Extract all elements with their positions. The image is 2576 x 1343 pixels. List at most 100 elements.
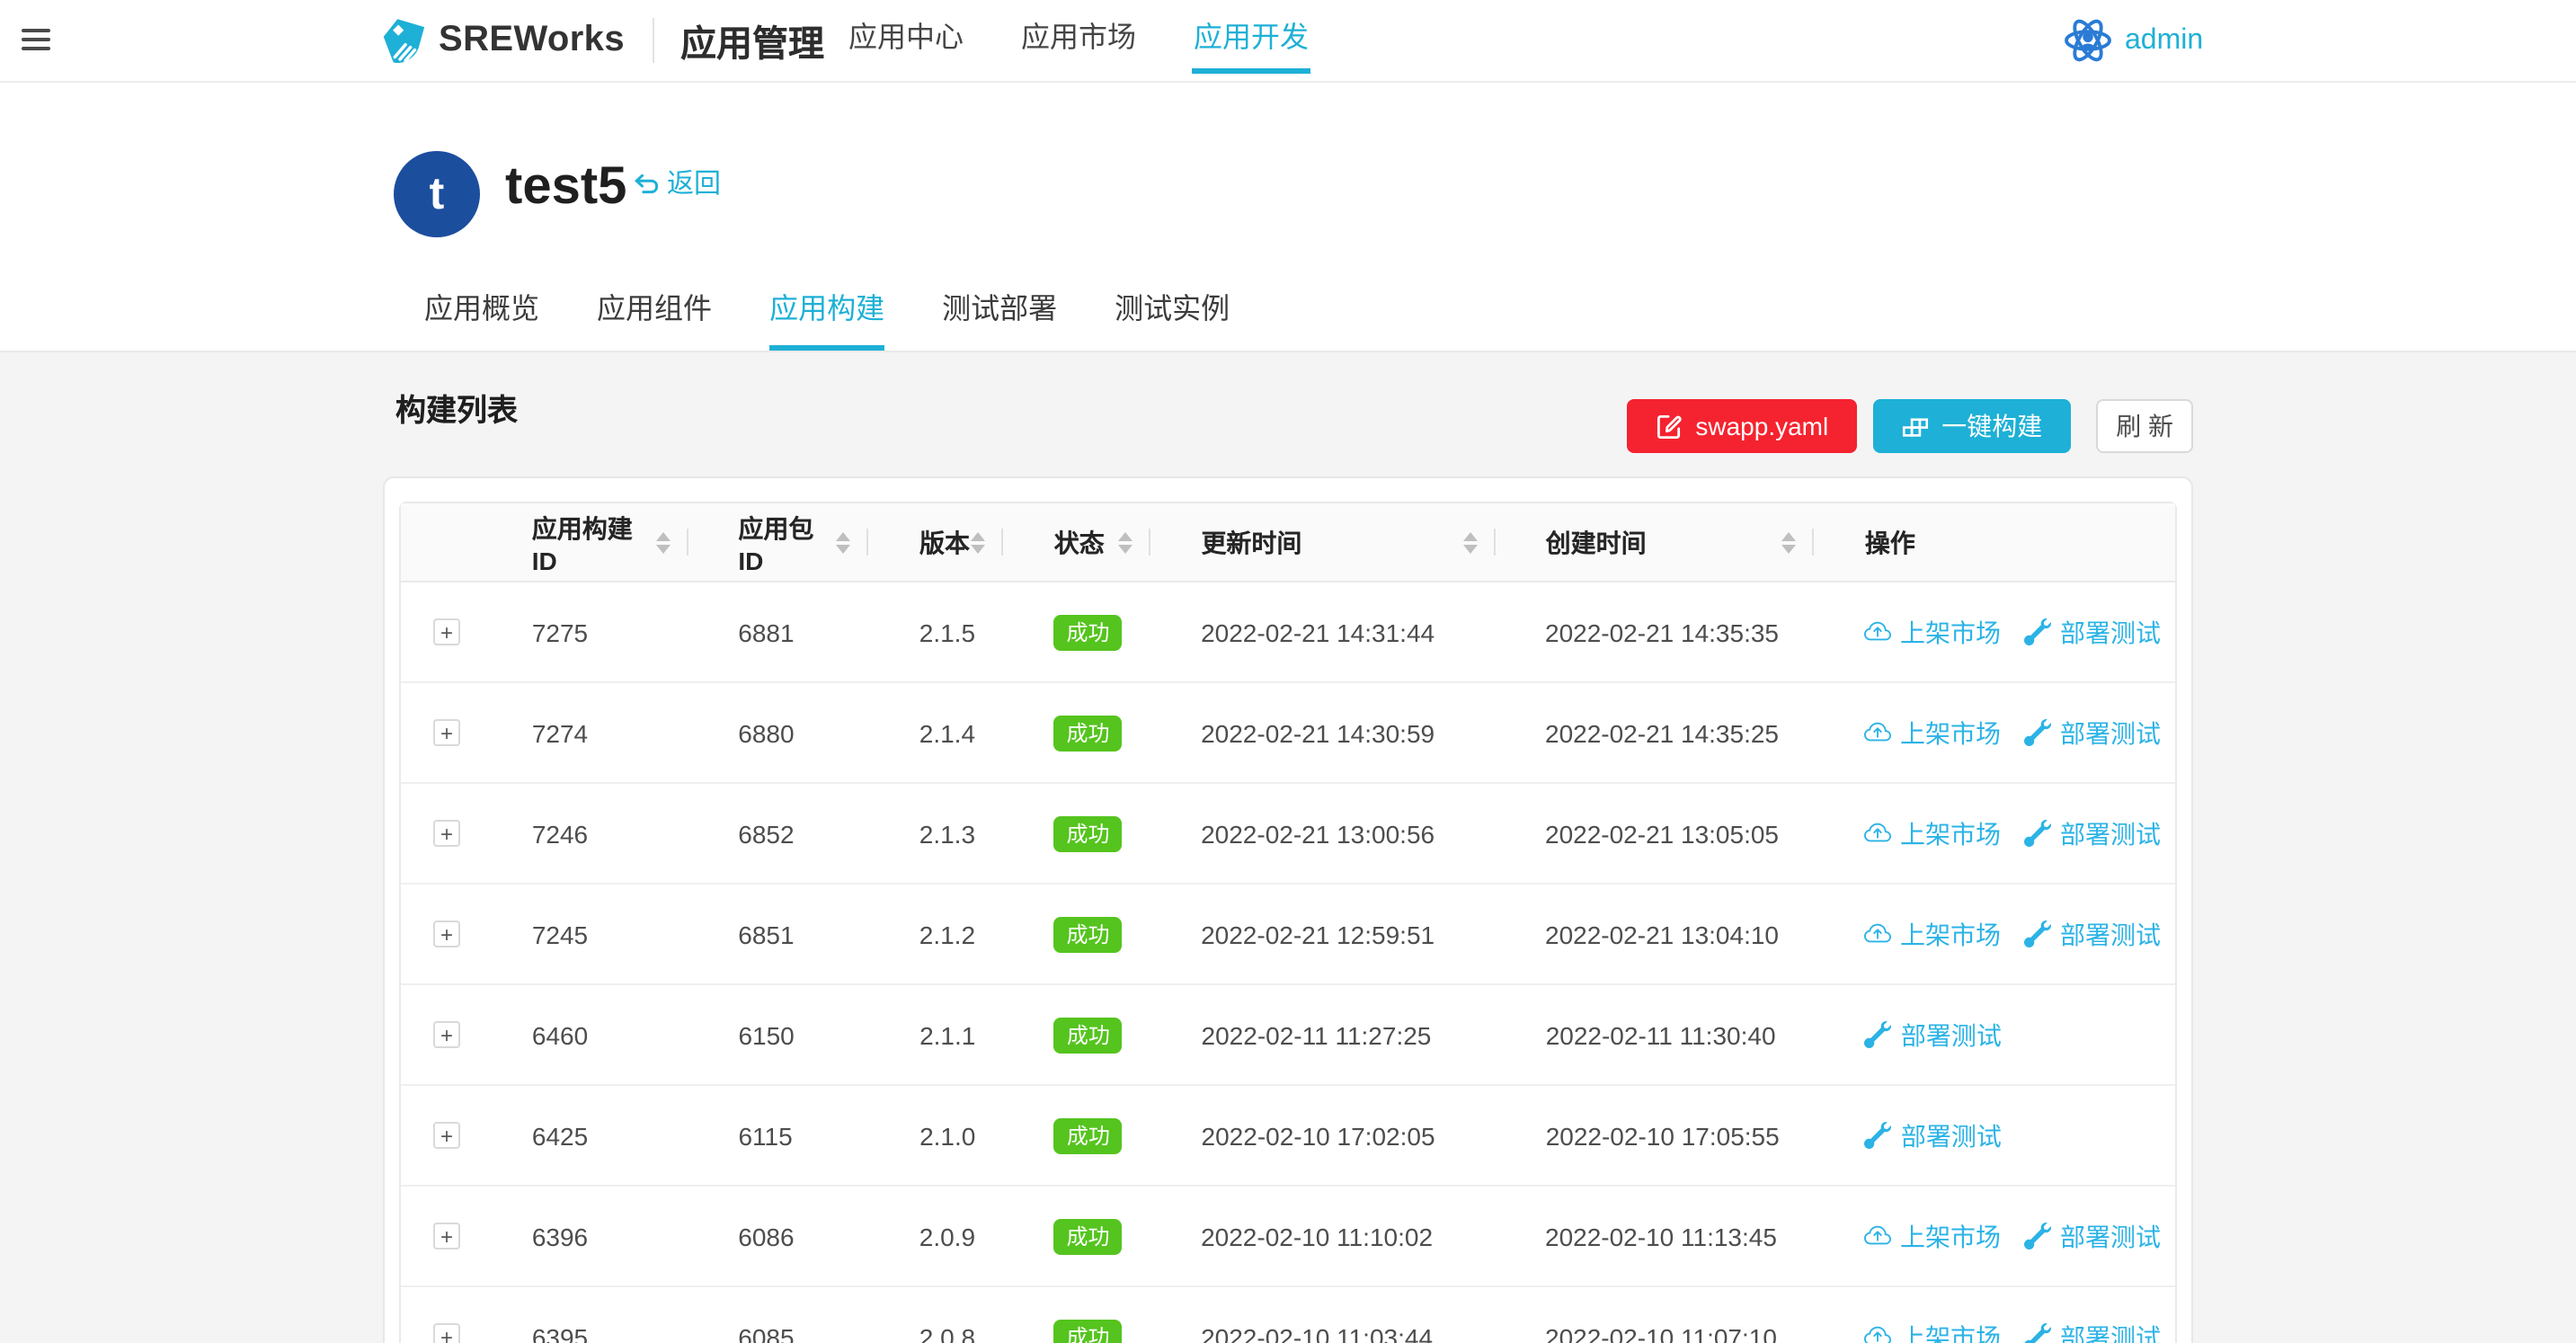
column-header-status[interactable]: 状态 [1004, 503, 1151, 581]
action-link-2[interactable]: 部署测试 [2024, 1218, 2161, 1254]
cell-value: 2022-02-21 13:04:10 [1545, 920, 1779, 948]
wrench-icon [1865, 1021, 1892, 1048]
column-header-package-id[interactable]: 应用包ID [688, 503, 869, 581]
nav-item-2[interactable]: 应用市场 [996, 0, 1161, 81]
cloud-upload-icon [1864, 921, 1891, 947]
action-link-2[interactable]: 部署测试 [2024, 1319, 2161, 1343]
cell-actions: 上架市场部署测试 [1814, 715, 2175, 751]
sort-carets-icon[interactable] [1463, 531, 1478, 553]
cell-actions: 上架市场部署测试 [1814, 1319, 2175, 1343]
action-link-1[interactable]: 上架市场 [1864, 614, 2001, 650]
tab-1[interactable]: 应用概览 [424, 275, 539, 351]
table-row: +639660862.0.9成功2022-02-10 11:10:022022-… [401, 1187, 2175, 1287]
action-label: 部署测试 [2060, 1218, 2161, 1254]
content-area: 构建列表 swapp.yaml一键构建刷 新 应用构建ID应用包ID版本状态更新… [0, 352, 2576, 1343]
column-label: 应用构建ID [532, 510, 656, 574]
caret-down-icon [1463, 544, 1478, 553]
user-menu[interactable]: admin [2064, 0, 2203, 81]
app-header: t test5 返回 应用概览应用组件应用构建测试部署测试实例 [0, 83, 2576, 352]
column-header-expand [401, 503, 482, 581]
cell-created-time: 2022-02-10 11:13:45 [1495, 1222, 1814, 1250]
action-link-2[interactable]: 部署测试 [2024, 614, 2161, 650]
action-link-1[interactable]: 上架市场 [1864, 1218, 2001, 1254]
expand-row-button[interactable]: + [433, 1122, 460, 1149]
column-header-updated-time[interactable]: 更新时间 [1150, 503, 1495, 581]
action-link-1[interactable]: 部署测试 [1865, 1017, 2002, 1053]
tab-3[interactable]: 应用构建 [769, 275, 884, 351]
back-link[interactable]: 返回 [633, 171, 721, 200]
hamburger-menu-icon[interactable] [22, 29, 50, 50]
cell-value: 2.1.5 [919, 618, 975, 646]
button-label: 刷 新 [2116, 408, 2173, 444]
expand-row-button[interactable]: + [433, 1323, 460, 1343]
action-link-1[interactable]: 部署测试 [1865, 1117, 2002, 1153]
expand-row-button[interactable]: + [433, 921, 460, 947]
caret-up-icon [1782, 531, 1797, 540]
cell-build-id: 6460 [482, 1020, 688, 1049]
action-link-1[interactable]: 上架市场 [1864, 715, 2001, 751]
cell-package-id: 6881 [688, 618, 869, 646]
nav-item-3[interactable]: 应用开发 [1168, 0, 1334, 81]
column-header-version[interactable]: 版本 [869, 503, 1004, 581]
user-name[interactable]: admin [2125, 24, 2203, 57]
toolbar-button-1[interactable]: swapp.yaml [1627, 399, 1857, 453]
column-label: 状态 [1054, 524, 1105, 560]
table-row: +727468802.1.4成功2022-02-21 14:30:592022-… [401, 683, 2175, 784]
toolbar-button-2[interactable]: 一键构建 [1873, 399, 2071, 453]
action-link-2[interactable]: 部署测试 [2024, 715, 2161, 751]
expand-row-button[interactable]: + [433, 618, 460, 645]
cell-updated-time: 2022-02-10 11:03:44 [1150, 1322, 1495, 1343]
cell-value: 2022-02-11 11:27:25 [1202, 1020, 1432, 1049]
toolbar-buttons: swapp.yaml 一键构建 刷 新 [1627, 399, 2193, 453]
action-link-1[interactable]: 上架市场 [1864, 1319, 2001, 1343]
status-badge: 成功 [1053, 916, 1122, 952]
cell-created-time: 2022-02-21 14:35:35 [1495, 618, 1814, 646]
rollback-icon [633, 172, 660, 199]
cell-value: 6425 [532, 1121, 588, 1150]
top-nav: 应用中心应用市场应用开发 [823, 0, 1334, 81]
cell-package-id: 6085 [688, 1322, 869, 1343]
caret-up-icon [1463, 531, 1478, 540]
sort-carets-icon[interactable] [837, 531, 851, 553]
action-label: 部署测试 [2060, 815, 2161, 851]
expand-row-button[interactable]: + [433, 820, 460, 847]
action-link-1[interactable]: 上架市场 [1864, 815, 2001, 851]
sreworks-logo-icon [383, 17, 426, 64]
tab-5[interactable]: 测试实例 [1115, 275, 1230, 351]
cell-value: 7274 [532, 718, 588, 747]
sort-carets-icon[interactable] [1118, 531, 1133, 553]
cell-value: 6880 [738, 718, 794, 747]
action-link-1[interactable]: 上架市场 [1864, 916, 2001, 952]
cell-value: 2022-02-21 14:35:35 [1545, 618, 1779, 646]
expand-row-button[interactable]: + [433, 719, 460, 746]
cell-value: 6852 [738, 819, 794, 848]
cell-value: 2022-02-21 12:59:51 [1201, 920, 1435, 948]
action-link-2[interactable]: 部署测试 [2024, 916, 2161, 952]
toolbar-button-3[interactable]: 刷 新 [2096, 399, 2193, 453]
column-header-created-time[interactable]: 创建时间 [1496, 503, 1815, 581]
column-header-build-id[interactable]: 应用构建ID [482, 503, 688, 581]
caret-up-icon [655, 531, 670, 540]
cloud-upload-icon [1864, 1223, 1891, 1250]
cell-created-time: 2022-02-21 13:04:10 [1495, 920, 1814, 948]
sort-carets-icon[interactable] [1782, 531, 1797, 553]
sort-carets-icon[interactable] [655, 531, 670, 553]
action-link-2[interactable]: 部署测试 [2024, 815, 2161, 851]
expand-row-button[interactable]: + [433, 1021, 460, 1048]
cell-package-id: 6150 [688, 1020, 869, 1049]
expand-row-button[interactable]: + [433, 1223, 460, 1250]
back-label: 返回 [667, 171, 721, 200]
cell-value: 2022-02-10 17:05:55 [1546, 1121, 1780, 1150]
cell-version: 2.1.3 [869, 819, 1004, 848]
cell-build-id: 6396 [482, 1222, 688, 1250]
top-bar: SREWorks 应用管理 应用中心应用市场应用开发 admin [0, 0, 2576, 83]
sort-carets-icon[interactable] [972, 531, 986, 553]
tab-2[interactable]: 应用组件 [597, 275, 712, 351]
table-row: +724668522.1.3成功2022-02-21 13:00:562022-… [401, 784, 2175, 885]
cell-value: 6881 [738, 618, 794, 646]
cell-value: 2022-02-21 14:35:25 [1545, 718, 1779, 747]
cell-expand: + [401, 618, 482, 645]
action-label: 部署测试 [1901, 1017, 2002, 1053]
nav-item-1[interactable]: 应用中心 [823, 0, 989, 81]
tab-4[interactable]: 测试部署 [942, 275, 1057, 351]
